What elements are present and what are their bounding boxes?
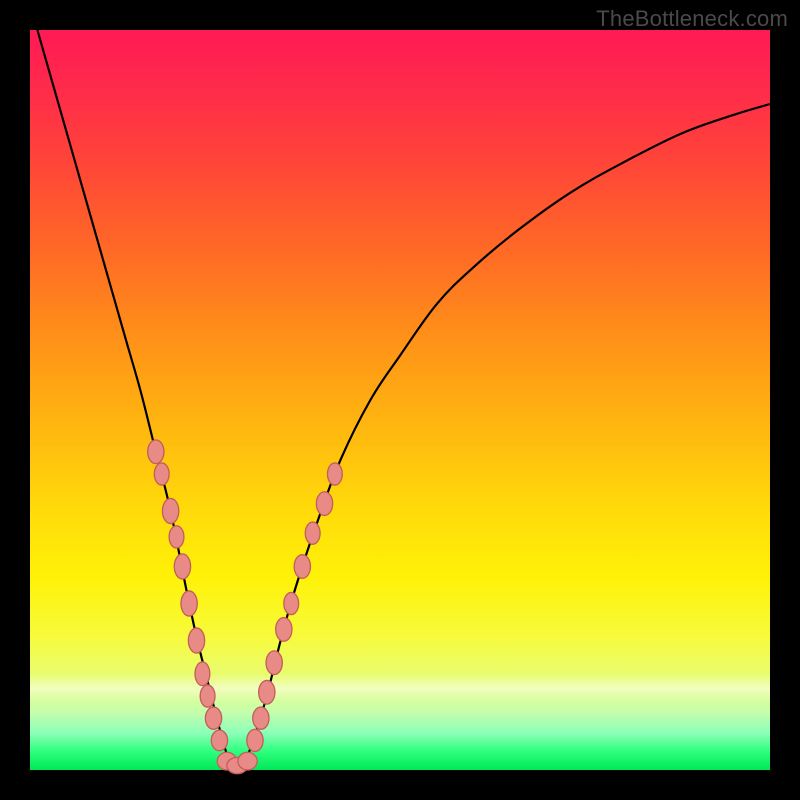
curve-marker — [200, 685, 215, 707]
curve-marker — [305, 522, 320, 544]
chart-frame: TheBottleneck.com — [0, 0, 800, 800]
curve-marker — [162, 498, 178, 523]
watermark-text: TheBottleneck.com — [596, 6, 788, 32]
curve-marker — [238, 752, 257, 770]
curve-marker — [181, 591, 197, 616]
curve-svg — [30, 30, 770, 770]
curve-marker — [174, 554, 190, 579]
curve-marker — [327, 463, 342, 485]
curve-marker — [266, 651, 282, 675]
curve-marker — [211, 730, 227, 751]
curve-marker — [154, 463, 169, 485]
curve-marker — [188, 628, 204, 653]
plot-area — [30, 30, 770, 770]
curve-marker — [169, 526, 184, 548]
curve-markers — [148, 440, 343, 774]
curve-marker — [284, 592, 299, 614]
curve-marker — [253, 707, 269, 729]
curve-marker — [148, 440, 164, 464]
curve-marker — [316, 492, 332, 516]
curve-marker — [205, 707, 221, 729]
curve-marker — [276, 618, 292, 642]
curve-marker — [195, 662, 210, 686]
curve-marker — [294, 555, 310, 579]
curve-marker — [259, 680, 275, 704]
bottleneck-curve — [37, 30, 770, 767]
curve-marker — [247, 729, 263, 751]
